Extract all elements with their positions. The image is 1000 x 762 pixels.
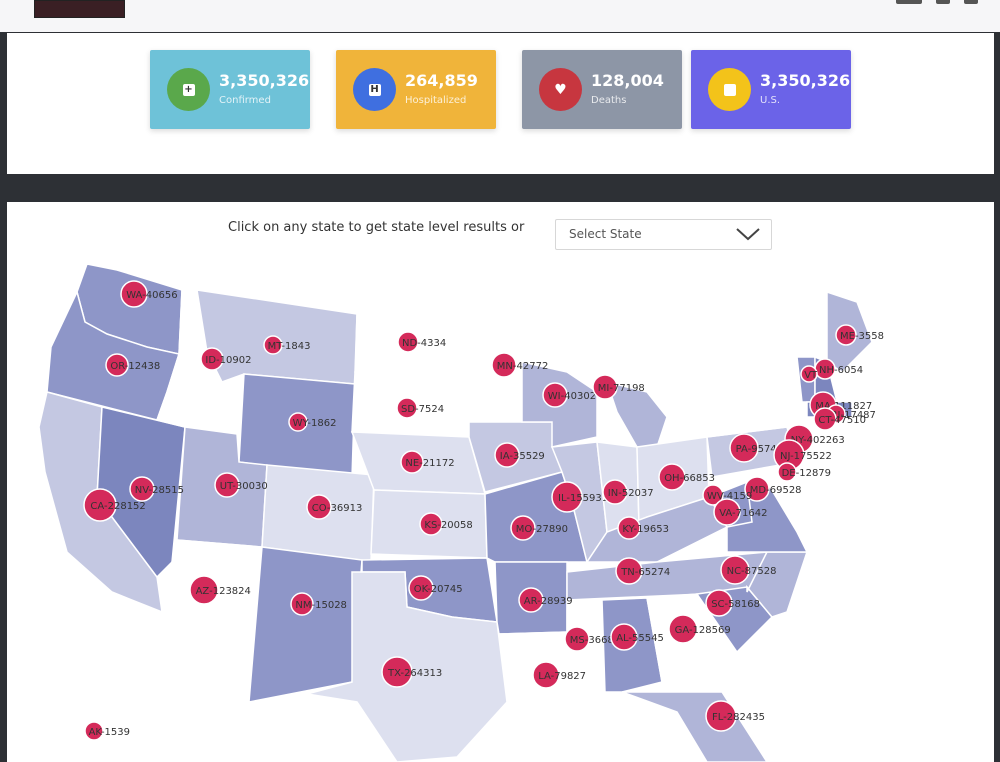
state-label: MN-42772 [497, 361, 549, 372]
state-label: ND-4334 [402, 338, 446, 349]
us-card[interactable]: 3,350,326 U.S. [691, 50, 851, 129]
state-label: SD-7524 [401, 404, 444, 415]
state-label: SC-58168 [711, 599, 760, 610]
state-label: DE-12879 [782, 468, 831, 479]
state-label: IN-52037 [608, 488, 654, 499]
state-label: CT-47510 [818, 415, 866, 426]
state-label: OK-20745 [414, 584, 463, 595]
state-label: VT [804, 370, 818, 381]
state-az[interactable] [156, 539, 263, 704]
hospitalized-label: Hospitalized [405, 95, 467, 106]
user-icon[interactable] [964, 0, 978, 4]
map-prompt: Click on any state to get state level re… [228, 220, 525, 235]
state-select[interactable]: Select State [555, 219, 772, 250]
state-label: MD-69528 [750, 485, 802, 496]
state-select-value: Select State [569, 227, 642, 241]
state-label: MI-77198 [598, 383, 645, 394]
state-label: KY-19653 [622, 524, 669, 535]
state-label: NM-15028 [295, 600, 347, 611]
state-label: AZ-123824 [196, 586, 251, 597]
hospitalized-value: 264,859 [405, 71, 478, 90]
state-label: AR-28939 [524, 596, 573, 607]
heart-icon: ♥ [539, 68, 582, 111]
state-nm[interactable] [248, 546, 363, 703]
state-label: NV-28515 [135, 485, 184, 496]
state-label: NH-6054 [819, 365, 863, 376]
state-label: GA-128569 [675, 625, 731, 636]
top-icons [896, 0, 978, 4]
state-label: CO-36913 [312, 503, 363, 514]
deaths-value: 128,004 [591, 71, 664, 90]
chevron-down-icon [736, 228, 760, 241]
state-fl[interactable] [621, 691, 768, 762]
state-label: OH-66853 [664, 473, 715, 484]
state-label: UT-30030 [220, 481, 268, 492]
state-label: WY-1862 [293, 418, 337, 429]
us-map[interactable]: WA-40656 OR-12438 ID-10902 MT-1843 ND-4334 MN… [7, 262, 994, 762]
state-label: TX-264313 [387, 668, 442, 679]
state-label: VA-71642 [719, 508, 767, 519]
state-label: NC-87528 [727, 566, 777, 577]
deaths-card[interactable]: ♥ 128,004 Deaths [522, 50, 682, 129]
bar-chart-icon[interactable] [936, 0, 950, 4]
state-label: MT-1843 [268, 341, 311, 352]
state-label: IA-35529 [500, 451, 545, 462]
video-thumbnail[interactable] [34, 0, 125, 18]
confirmed-label: Confirmed [219, 95, 271, 106]
state-label: WA-40656 [126, 290, 177, 301]
state-label: ME-3558 [840, 331, 884, 342]
state-label: MO-27890 [516, 524, 568, 535]
stats-panel: + 3,350,326 Confirmed H 264,859 Hospital… [7, 33, 994, 174]
plus-icon: + [167, 68, 210, 111]
flag-icon [708, 68, 751, 111]
us-value: 3,350,326 [760, 71, 851, 90]
state-label: KS-20058 [424, 520, 472, 531]
state-label: AL-55545 [616, 633, 664, 644]
state-label: IL-155931 [558, 493, 608, 504]
state-label: CA-228152 [90, 501, 145, 512]
state-label: WI-40302 [548, 391, 596, 402]
state-label: ID-10902 [205, 355, 251, 366]
confirmed-card[interactable]: + 3,350,326 Confirmed [150, 50, 310, 129]
deaths-label: Deaths [591, 95, 627, 106]
state-label: NJ-175522 [780, 451, 832, 462]
state-label: FL-282435 [712, 712, 765, 723]
state-label: LA-79827 [538, 671, 586, 682]
top-bar [0, 0, 1000, 32]
confirmed-value: 3,350,326 [219, 71, 310, 90]
state-label: TN-65274 [620, 567, 670, 578]
state-label: OR-12438 [110, 361, 160, 372]
state-label: AK-1539 [89, 727, 130, 738]
grid-icon[interactable] [896, 0, 922, 4]
hospitalized-card[interactable]: H 264,859 Hospitalized [336, 50, 496, 129]
state-label: NE-21172 [405, 458, 454, 469]
hospital-icon: H [353, 68, 396, 111]
map-panel: Click on any state to get state level re… [7, 202, 994, 762]
us-label: U.S. [760, 95, 781, 106]
